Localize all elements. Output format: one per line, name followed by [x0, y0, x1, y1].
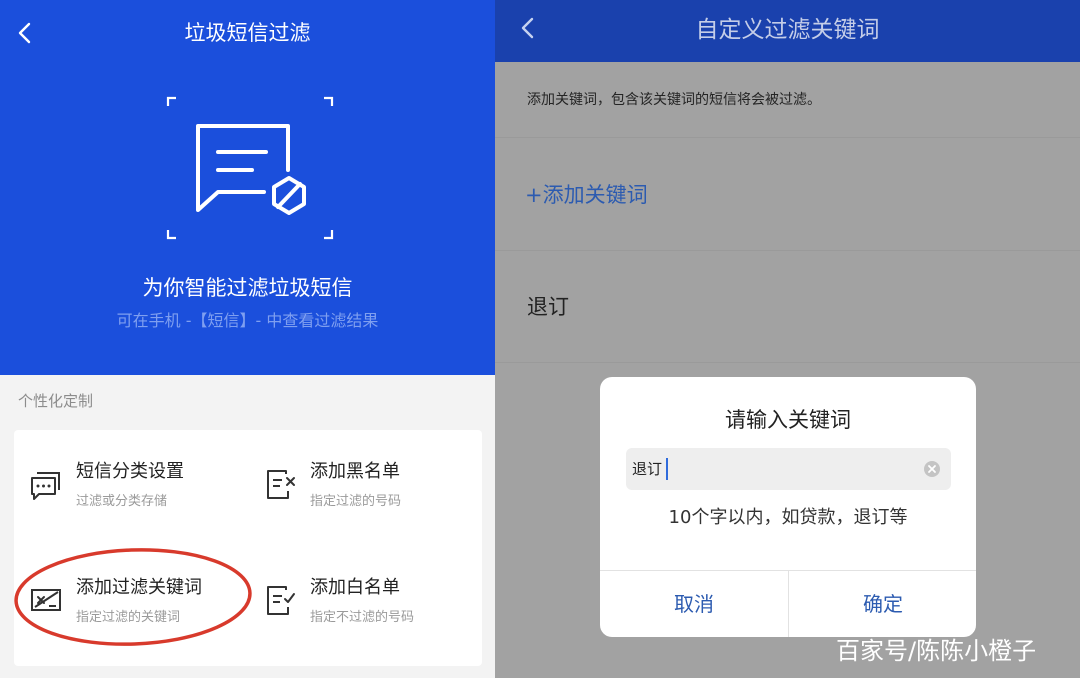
confirm-button[interactable]: 确定: [789, 571, 977, 637]
add-keyword-button[interactable]: +添加关键词: [525, 180, 648, 210]
option-subtitle: 指定不过滤的号码: [310, 610, 415, 625]
message-filter-illustration-icon: [166, 96, 334, 240]
option-blacklist[interactable]: 添加黑名单 指定过滤的号码: [262, 458, 482, 528]
option-subtitle: 过滤或分类存储: [76, 494, 168, 509]
input-hint: 10个字以内，如贷款，退订等: [668, 507, 908, 528]
divider: [495, 250, 1080, 251]
option-whitelist[interactable]: 添加白名单 指定不过滤的号码: [262, 574, 482, 644]
keyword-list-item[interactable]: 退订: [527, 292, 569, 322]
keyword-input-dialog: 请输入关键词 退订 10个字以内，如贷款，退订等 取消 确定: [600, 377, 976, 637]
divider: [495, 362, 1080, 363]
page-title: 垃圾短信过滤: [184, 21, 311, 45]
hero-banner: 垃圾短信过滤 为你智能过滤垃圾短信 可在手机 -【短信】- 中查看过滤结果: [0, 0, 495, 375]
page-title: 自定义过滤关键词: [695, 17, 880, 43]
section-label: 个性化定制: [18, 392, 94, 410]
keyword-input-value: 退订: [632, 460, 663, 478]
message-category-icon: [31, 472, 60, 500]
option-title: 添加黑名单: [310, 461, 400, 482]
hero-subline: 可在手机 -【短信】- 中查看过滤结果: [116, 311, 379, 330]
blacklist-icon: [267, 470, 295, 499]
description-text: 添加关键词，包含该关键词的短信将会被过滤。: [527, 92, 821, 108]
option-title: 短信分类设置: [76, 461, 184, 482]
clear-input-icon[interactable]: [923, 460, 941, 478]
hero-headline: 为你智能过滤垃圾短信: [142, 276, 353, 300]
keyword-input[interactable]: 退订: [626, 448, 951, 490]
option-title: 添加白名单: [310, 577, 400, 598]
header-bar: 自定义过滤关键词: [495, 0, 1080, 62]
divider: [495, 137, 1080, 138]
option-sms-category[interactable]: 短信分类设置 过滤或分类存储: [28, 458, 248, 528]
watermark-text: 百家号/陈陈小橙子: [836, 637, 1037, 665]
custom-keywords-screen: 自定义过滤关键词 添加关键词，包含该关键词的短信将会被过滤。 +添加关键词 退订…: [495, 0, 1080, 678]
text-cursor: [666, 458, 668, 480]
cancel-button[interactable]: 取消: [600, 571, 788, 637]
dialog-title: 请输入关键词: [725, 408, 851, 432]
option-subtitle: 指定过滤的号码: [310, 494, 402, 509]
highlight-circle: [14, 548, 252, 646]
sms-filter-screen: 垃圾短信过滤 为你智能过滤垃圾短信 可在手机 -【短信】- 中查看过滤结果 个性…: [0, 0, 495, 678]
whitelist-icon: [267, 586, 295, 615]
